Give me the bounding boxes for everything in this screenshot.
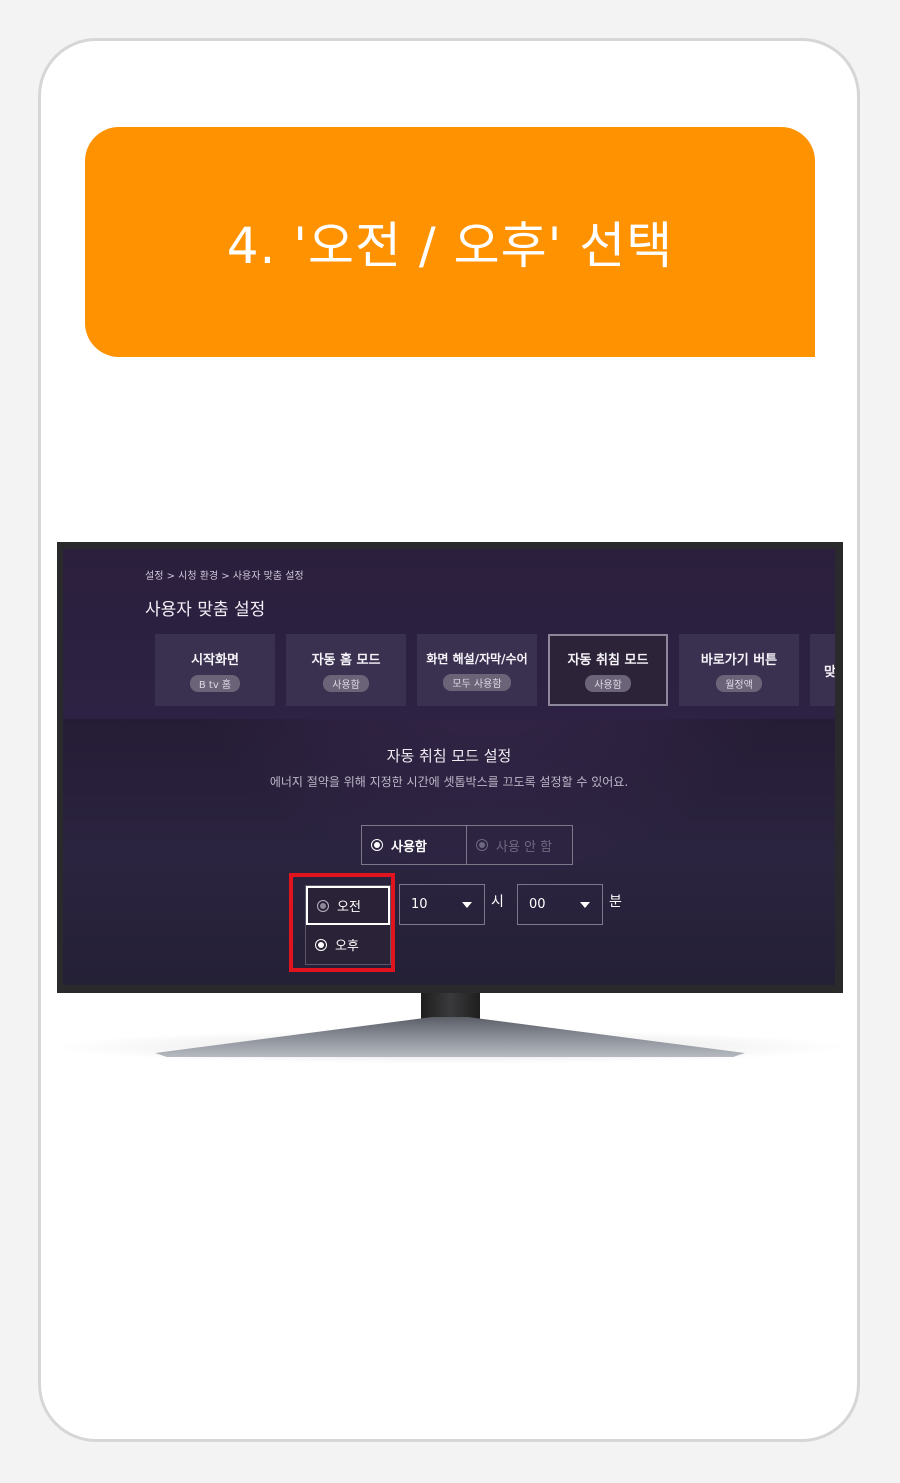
tab-label: 자동 취침 모드 [567, 652, 649, 668]
page-title: 사용자 맞춤 설정 [145, 600, 266, 620]
breadcrumb: 설정 > 시청 환경 > 사용자 맞춤 설정 [145, 571, 304, 582]
section-description: 에너지 절약을 위해 지정한 시간에 셋톱박스를 끄도록 설정할 수 있어요. [269, 775, 629, 789]
tab-badge: 월정액 [716, 674, 762, 692]
hour-select[interactable]: 10 [399, 884, 485, 925]
tab-label: 바로가기 버튼 [700, 652, 778, 668]
tab-badge: 모두 사용함 [443, 673, 511, 691]
tv-frame: 설정 > 시청 환경 > 사용자 맞춤 설정 사용자 맞춤 설정 시작화면 B … [57, 542, 843, 993]
disable-option[interactable]: 사용 안 함 [467, 825, 573, 865]
tab-auto-sleep-mode[interactable]: 자동 취침 모드 사용함 [548, 634, 668, 706]
chevron-down-icon [580, 902, 590, 908]
tv-screen: 설정 > 시청 환경 > 사용자 맞춤 설정 사용자 맞춤 설정 시작화면 B … [63, 549, 835, 985]
step-banner: 4. '오전 / 오후' 선택 [85, 127, 815, 357]
tab-badge: B tv 홈 [189, 674, 241, 692]
tab-label: 맞 [824, 664, 835, 680]
minute-select[interactable]: 00 [517, 884, 603, 925]
tab-shortcut-button[interactable]: 바로가기 버튼 월정액 [679, 634, 799, 706]
highlight-box [289, 873, 395, 972]
radio-selected-icon [371, 839, 383, 851]
enable-option[interactable]: 사용함 [361, 825, 467, 865]
hour-value: 10 [411, 897, 428, 912]
settings-tabs: 시작화면 B tv 홈 자동 홈 모드 사용함 화면 해설/자막/수어 모두 사… [155, 634, 835, 706]
hour-unit: 시 [491, 894, 504, 910]
radio-disabled-icon [476, 839, 488, 851]
tab-badge: 사용함 [323, 674, 369, 692]
disable-label: 사용 안 함 [496, 839, 553, 855]
tab-accessibility[interactable]: 화면 해설/자막/수어 모두 사용함 [417, 634, 537, 706]
tab-label: 자동 홈 모드 [311, 652, 381, 668]
enable-label: 사용함 [391, 839, 427, 855]
step-title: 4. '오전 / 오후' 선택 [226, 217, 674, 275]
tab-label: 시작화면 [191, 652, 239, 668]
chevron-down-icon [462, 902, 472, 908]
tab-start-screen[interactable]: 시작화면 B tv 홈 [155, 634, 275, 706]
tab-auto-home-mode[interactable]: 자동 홈 모드 사용함 [286, 634, 406, 706]
tab-next-partial[interactable]: 맞 [810, 634, 835, 706]
section-title: 자동 취침 모드 설정 [386, 747, 512, 765]
minute-value: 00 [529, 897, 546, 912]
minute-unit: 분 [609, 894, 622, 910]
sleep-mode-toggle: 사용함 사용 안 함 [361, 825, 573, 865]
tab-label: 화면 해설/자막/수어 [426, 651, 528, 666]
tab-badge: 사용함 [585, 674, 631, 692]
